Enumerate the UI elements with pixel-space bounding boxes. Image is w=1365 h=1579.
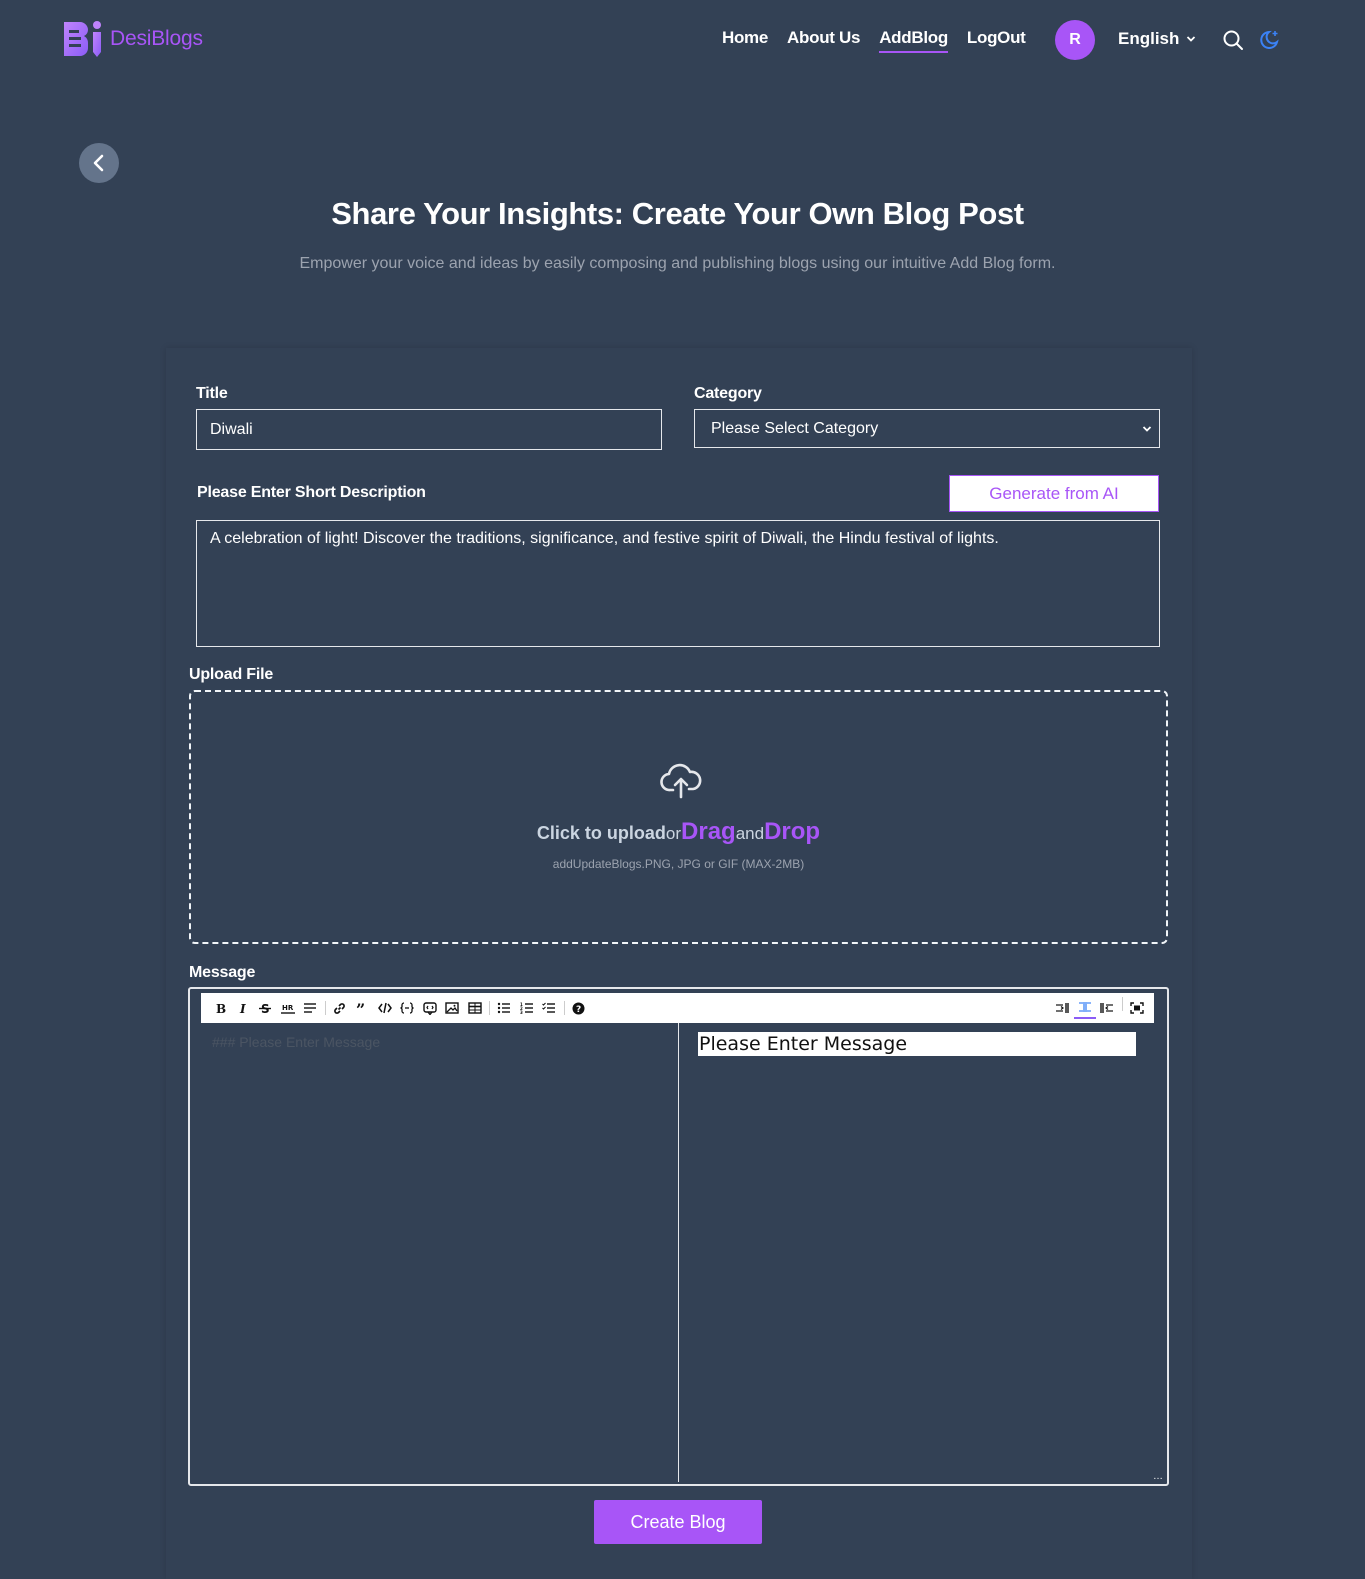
language-label: English: [1118, 29, 1180, 48]
drop-text: Drop: [764, 818, 821, 845]
code-icon[interactable]: [374, 997, 396, 1019]
page-title: Share Your Insights: Create Your Own Blo…: [331, 196, 1024, 231]
upload-hint: addUpdateBlogs.PNG, JPG or GIF (MAX-2MB): [552, 857, 805, 871]
header: DesiBlogs Home About Us AddBlog LogOut R…: [0, 0, 1365, 80]
editor-toolbar: B I S HR ” 123 ?: [201, 993, 1154, 1023]
main-nav: Home About Us AddBlog LogOut: [722, 28, 1045, 53]
brand-name: DesiBlogs: [110, 27, 203, 50]
logo-icon: [64, 21, 101, 57]
create-blog-button[interactable]: Create Blog: [594, 1500, 762, 1544]
cloud-upload-icon: [660, 763, 702, 799]
file-dropzone[interactable]: Click to uploadorDragandDrop addUpdateBl…: [189, 690, 1168, 944]
live-mode-icon[interactable]: [1073, 997, 1096, 1019]
quote-icon[interactable]: ”: [351, 997, 373, 1019]
click-to-upload-text: Click to upload: [536, 823, 666, 843]
fullscreen-icon[interactable]: [1126, 997, 1148, 1019]
back-button[interactable]: [79, 143, 119, 183]
svg-text:”: ”: [356, 1002, 365, 1014]
link-icon[interactable]: [329, 997, 351, 1019]
chevron-down-icon: [1187, 36, 1196, 42]
title-icon[interactable]: [299, 997, 321, 1019]
svg-text:?: ?: [576, 1005, 581, 1015]
editor-placeholder: ### Please Enter Message: [212, 1034, 381, 1050]
ordered-list-icon[interactable]: 123: [516, 997, 538, 1019]
message-label: Message: [189, 964, 256, 981]
dropzone-text: Click to uploadorDragandDrop: [191, 818, 1166, 846]
nav-add-blog[interactable]: AddBlog: [879, 28, 948, 53]
language-selector[interactable]: English: [1118, 29, 1196, 49]
and-text: and: [735, 824, 765, 843]
preview-mode-icon[interactable]: [1096, 997, 1118, 1019]
resize-handle[interactable]: …: [1153, 1471, 1163, 1482]
category-label: Category: [694, 385, 762, 402]
avatar[interactable]: R: [1055, 20, 1095, 60]
page-subtitle: Empower your voice and ideas by easily c…: [299, 255, 1056, 272]
toolbar-divider: [489, 1001, 490, 1015]
nav-logout[interactable]: LogOut: [967, 28, 1026, 48]
search-icon[interactable]: [1222, 29, 1244, 51]
title-input[interactable]: [196, 409, 662, 450]
checked-list-icon[interactable]: [538, 997, 560, 1019]
nav-about-us[interactable]: About Us: [787, 28, 860, 48]
editor-preview-heading: Please Enter Message: [698, 1032, 1136, 1056]
image-icon[interactable]: [441, 997, 463, 1019]
svg-text:I: I: [239, 1002, 246, 1014]
hr-icon[interactable]: HR: [277, 997, 299, 1019]
edit-mode-icon[interactable]: [1051, 997, 1073, 1019]
toolbar-divider: [1121, 997, 1123, 1011]
generate-ai-button[interactable]: Generate from AI: [949, 475, 1159, 512]
or-text: or: [665, 824, 682, 843]
editor-input-pane[interactable]: ### Please Enter Message: [190, 1023, 679, 1482]
upload-label: Upload File: [189, 666, 274, 683]
bold-icon[interactable]: B: [209, 997, 231, 1019]
comment-icon[interactable]: [419, 997, 441, 1019]
italic-icon[interactable]: I: [232, 997, 254, 1019]
svg-text:3: 3: [520, 1010, 523, 1014]
unordered-list-icon[interactable]: [493, 997, 515, 1019]
toolbar-divider: [563, 1001, 565, 1015]
svg-text:HR: HR: [282, 1004, 294, 1012]
logo[interactable]: DesiBlogs: [63, 20, 203, 58]
description-textarea[interactable]: A celebration of light! Discover the tra…: [196, 520, 1160, 647]
svg-text:B: B: [216, 1002, 226, 1014]
category-select[interactable]: Please Select Category: [694, 409, 1160, 448]
moon-icon[interactable]: [1258, 29, 1280, 51]
title-label: Title: [196, 385, 228, 402]
code-block-icon[interactable]: [396, 997, 418, 1019]
markdown-editor: B I S HR ” 123 ? ### Please Enter Messag…: [188, 987, 1169, 1486]
help-icon[interactable]: ?: [568, 997, 590, 1019]
toolbar-view-controls: [1051, 997, 1148, 1019]
table-icon[interactable]: [464, 997, 486, 1019]
description-label: Please Enter Short Description: [197, 484, 426, 501]
toolbar-divider: [324, 1001, 326, 1015]
nav-home[interactable]: Home: [722, 28, 768, 48]
drag-text: Drag: [681, 818, 736, 845]
chevron-left-icon: [93, 154, 104, 172]
chevron-down-icon: [1142, 426, 1152, 432]
strikethrough-icon[interactable]: S: [254, 997, 276, 1019]
category-selected-value: Please Select Category: [711, 419, 879, 437]
